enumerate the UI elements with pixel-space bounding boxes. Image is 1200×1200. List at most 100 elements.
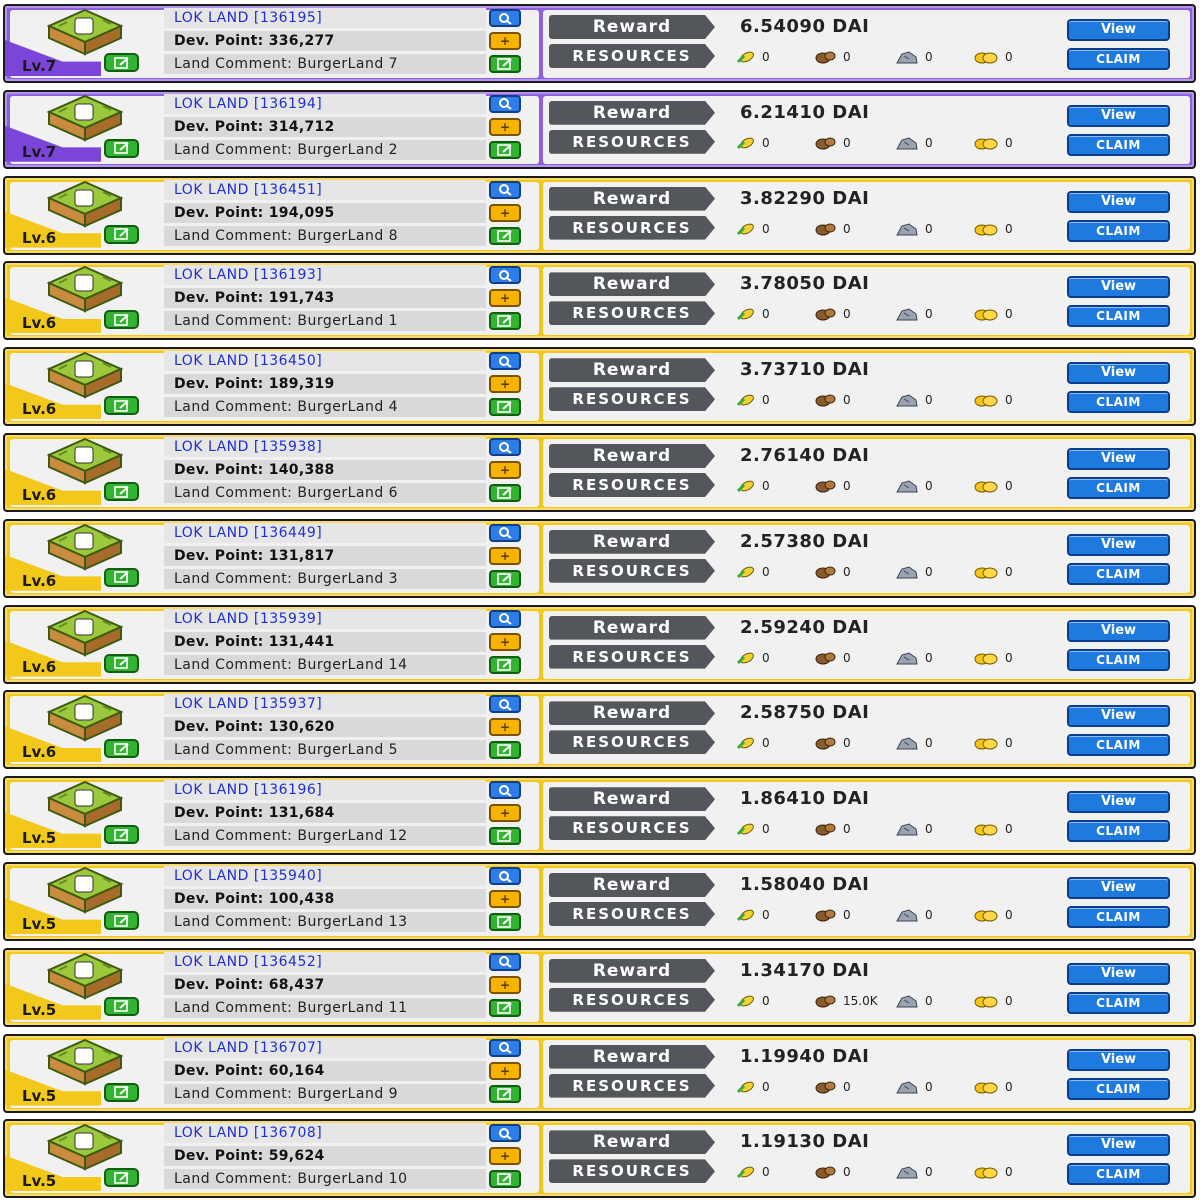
edit-land-button[interactable] [104, 825, 139, 845]
add-dev-point-button[interactable]: + [489, 1061, 521, 1080]
edit-comment-button[interactable] [489, 913, 521, 931]
land-title[interactable]: LOK LAND [136193] [164, 265, 486, 286]
add-dev-point-button[interactable]: + [489, 546, 521, 565]
add-dev-point-button[interactable]: + [489, 32, 521, 50]
edit-land-button[interactable] [104, 1082, 139, 1102]
edit-land-button[interactable] [104, 138, 139, 158]
land-title[interactable]: LOK LAND [135940] [164, 866, 486, 886]
land-title[interactable]: LOK LAND [135938] [164, 437, 486, 457]
edit-land-button[interactable] [104, 53, 139, 72]
add-dev-point-button[interactable]: + [489, 117, 521, 136]
view-button[interactable]: View [1067, 962, 1170, 985]
edit-land-button[interactable] [104, 396, 139, 416]
claim-button[interactable]: CLAIM [1067, 562, 1170, 585]
edit-land-button[interactable] [104, 739, 139, 759]
search-button[interactable] [489, 438, 521, 456]
search-button[interactable] [489, 1038, 521, 1057]
view-button[interactable]: View [1067, 1134, 1170, 1157]
claim-button[interactable]: CLAIM [1067, 820, 1170, 843]
add-dev-point-button[interactable]: + [489, 804, 521, 823]
edit-land-button[interactable] [104, 996, 139, 1016]
land-title[interactable]: LOK LAND [136194] [164, 93, 486, 114]
view-button[interactable]: View [1067, 448, 1170, 470]
edit-comment-button[interactable] [489, 55, 521, 73]
view-button[interactable]: View [1067, 877, 1170, 899]
land-title[interactable]: LOK LAND [135939] [164, 608, 486, 629]
search-button[interactable] [489, 352, 521, 371]
claim-button[interactable]: CLAIM [1067, 1163, 1170, 1186]
search-button[interactable] [489, 1124, 521, 1143]
claim-button[interactable]: CLAIM [1067, 1077, 1170, 1100]
edit-comment-button[interactable] [489, 140, 521, 159]
view-button[interactable]: View [1067, 276, 1170, 299]
view-button[interactable]: View [1067, 1048, 1170, 1071]
view-button[interactable]: View [1067, 533, 1170, 556]
edit-land-button[interactable] [104, 567, 139, 587]
land-title[interactable]: LOK LAND [136450] [164, 351, 486, 372]
land-title[interactable]: LOK LAND [135937] [164, 694, 486, 715]
add-dev-point-button[interactable]: + [489, 890, 521, 908]
edit-land-button[interactable] [104, 482, 139, 501]
search-button[interactable] [489, 9, 521, 27]
resource-corn-value: 0 [762, 908, 770, 922]
claim-button[interactable]: CLAIM [1067, 991, 1170, 1014]
land-title[interactable]: LOK LAND [136452] [164, 951, 486, 972]
view-button[interactable]: View [1067, 619, 1170, 642]
edit-comment-button[interactable] [489, 226, 521, 245]
edit-comment-button[interactable] [489, 655, 521, 674]
search-button[interactable] [489, 952, 521, 971]
claim-button[interactable]: CLAIM [1067, 305, 1170, 328]
edit-land-button[interactable] [104, 224, 139, 244]
search-button[interactable] [489, 180, 521, 199]
add-dev-point-button[interactable]: + [489, 1147, 521, 1166]
add-dev-point-button[interactable]: + [489, 289, 521, 308]
edit-comment-button[interactable] [489, 398, 521, 417]
add-dev-point-button[interactable]: + [489, 975, 521, 994]
search-button[interactable] [489, 266, 521, 285]
land-title[interactable]: LOK LAND [136708] [164, 1123, 486, 1144]
claim-button[interactable]: CLAIM [1067, 219, 1170, 242]
edit-comment-button[interactable] [489, 1084, 521, 1103]
claim-button[interactable]: CLAIM [1067, 48, 1170, 70]
add-dev-point-button[interactable]: + [489, 203, 521, 222]
search-button[interactable] [489, 609, 521, 628]
view-button[interactable]: View [1067, 705, 1170, 728]
edit-land-button[interactable] [104, 310, 139, 330]
search-button[interactable] [489, 781, 521, 800]
land-title[interactable]: LOK LAND [136449] [164, 522, 486, 543]
claim-button[interactable]: CLAIM [1067, 477, 1170, 499]
edit-comment-button[interactable] [489, 741, 521, 760]
land-title[interactable]: LOK LAND [136707] [164, 1037, 486, 1058]
edit-comment-button[interactable] [489, 827, 521, 846]
view-button[interactable]: View [1067, 791, 1170, 814]
claim-button[interactable]: CLAIM [1067, 133, 1170, 156]
edit-comment-button[interactable] [489, 484, 521, 502]
add-dev-point-button[interactable]: + [489, 632, 521, 651]
land-title[interactable]: LOK LAND [136195] [164, 8, 486, 28]
land-title[interactable]: LOK LAND [136196] [164, 780, 486, 801]
add-dev-point-button[interactable]: + [489, 718, 521, 737]
resource-gold: 0 [973, 734, 1013, 752]
claim-button[interactable]: CLAIM [1067, 648, 1170, 671]
edit-land-button[interactable] [104, 653, 139, 673]
claim-button[interactable]: CLAIM [1067, 391, 1170, 414]
add-dev-point-button[interactable]: + [489, 461, 521, 479]
edit-comment-button[interactable] [489, 312, 521, 331]
add-dev-point-button[interactable]: + [489, 375, 521, 394]
claim-button[interactable]: CLAIM [1067, 906, 1170, 928]
view-button[interactable]: View [1067, 19, 1170, 41]
edit-comment-button[interactable] [489, 998, 521, 1017]
edit-land-button[interactable] [104, 911, 139, 930]
view-button[interactable]: View [1067, 362, 1170, 385]
search-button[interactable] [489, 867, 521, 885]
land-title[interactable]: LOK LAND [136451] [164, 179, 486, 200]
view-button[interactable]: View [1067, 190, 1170, 213]
edit-comment-button[interactable] [489, 569, 521, 588]
search-button[interactable] [489, 695, 521, 714]
search-button[interactable] [489, 523, 521, 542]
edit-land-button[interactable] [104, 1168, 139, 1188]
search-button[interactable] [489, 94, 521, 113]
claim-button[interactable]: CLAIM [1067, 734, 1170, 757]
view-button[interactable]: View [1067, 104, 1170, 127]
edit-comment-button[interactable] [489, 1170, 521, 1189]
